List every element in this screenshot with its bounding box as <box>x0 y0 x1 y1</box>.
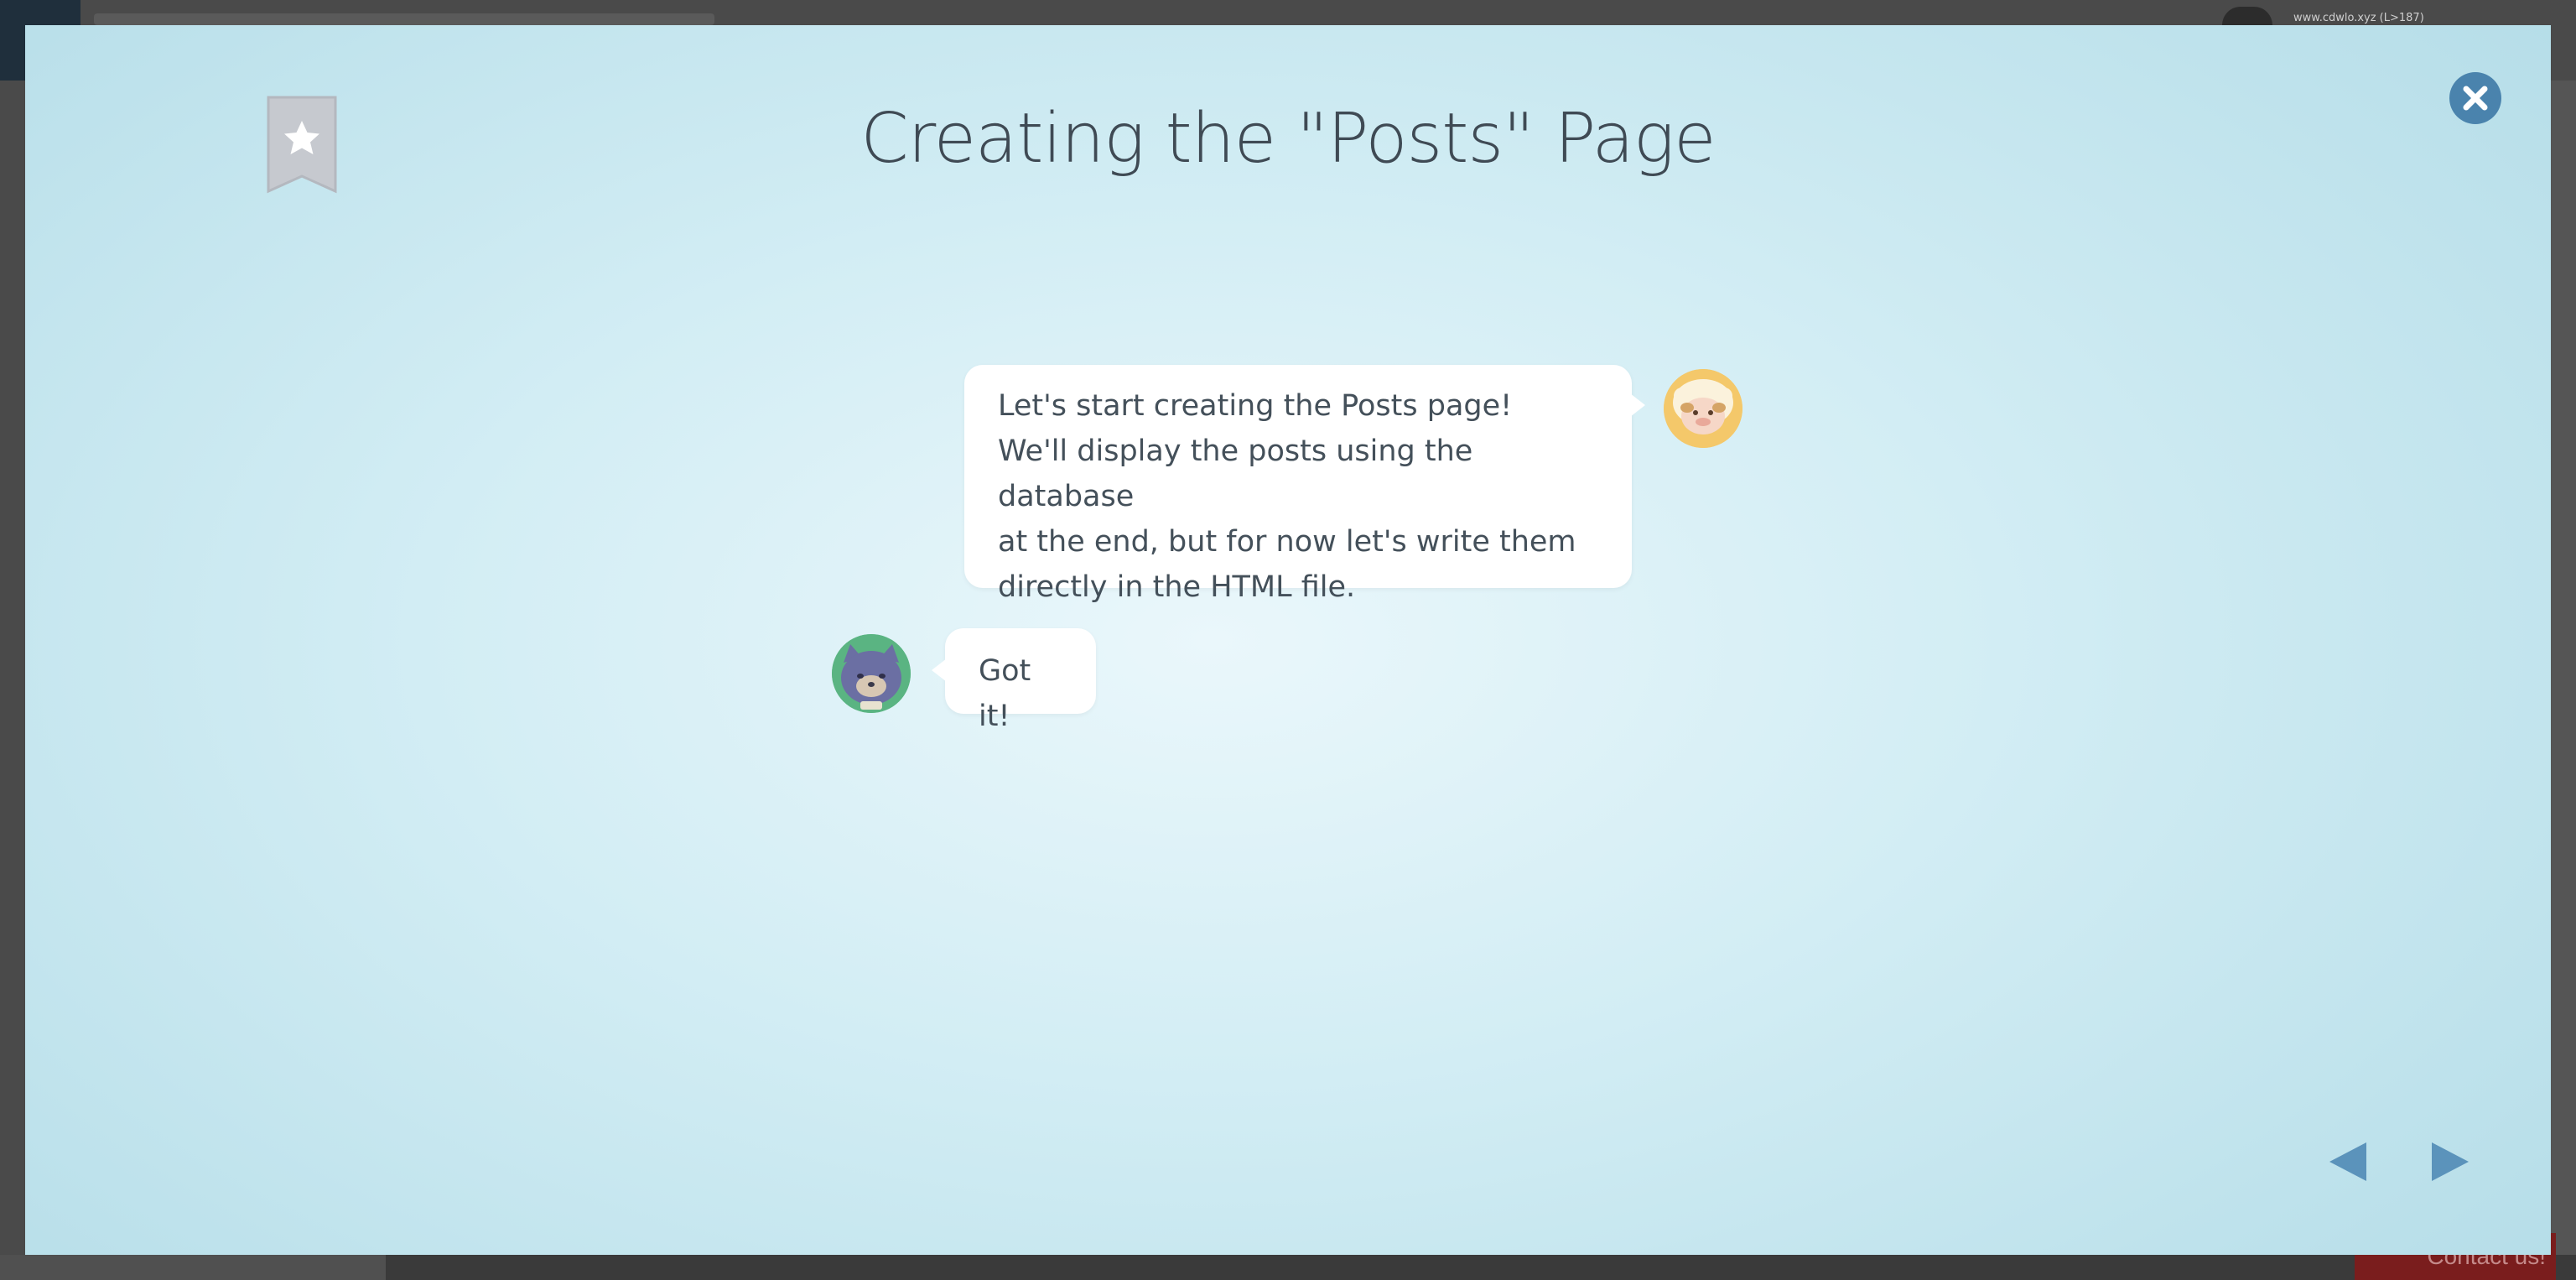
chat-bubble-cat: Got it! <box>932 628 1096 733</box>
chat-bubble-sheep: Let's start creating the Posts page! We'… <box>964 365 1645 604</box>
sheep-avatar <box>1664 369 1742 448</box>
background-scrollbar <box>2551 81 2576 1255</box>
background-horizontal-scrollbar <box>0 1255 386 1280</box>
lesson-title: Creating the "Posts" Page <box>860 99 1716 179</box>
background-user-text: www.cdwlo.xyz (L>187) <box>2293 12 2424 24</box>
sheep-icon <box>1664 369 1742 448</box>
previous-button[interactable] <box>2328 1141 2368 1183</box>
cat-icon <box>832 634 911 713</box>
background-search-bar <box>94 13 714 25</box>
chat-line: at the end, but for now let's write them <box>998 525 1576 559</box>
chat-line: Got it! <box>979 654 1031 733</box>
lesson-modal: Creating the "Posts" Page Let's start cr… <box>25 25 2551 1255</box>
cat-avatar <box>832 634 911 713</box>
close-button[interactable] <box>2449 72 2501 124</box>
chat-line: directly in the HTML file. <box>998 570 1356 604</box>
chat-line: Let's start creating the Posts page! <box>998 389 1513 423</box>
background-bottom-bar <box>0 1255 2576 1280</box>
next-button[interactable] <box>2430 1141 2470 1183</box>
background-user-avatar <box>2222 7 2272 25</box>
next-arrow-icon <box>2432 1142 2469 1181</box>
close-icon <box>2463 86 2488 111</box>
chat-line: We'll display the posts using the databa… <box>998 434 1473 513</box>
prev-arrow-icon <box>2329 1142 2366 1181</box>
